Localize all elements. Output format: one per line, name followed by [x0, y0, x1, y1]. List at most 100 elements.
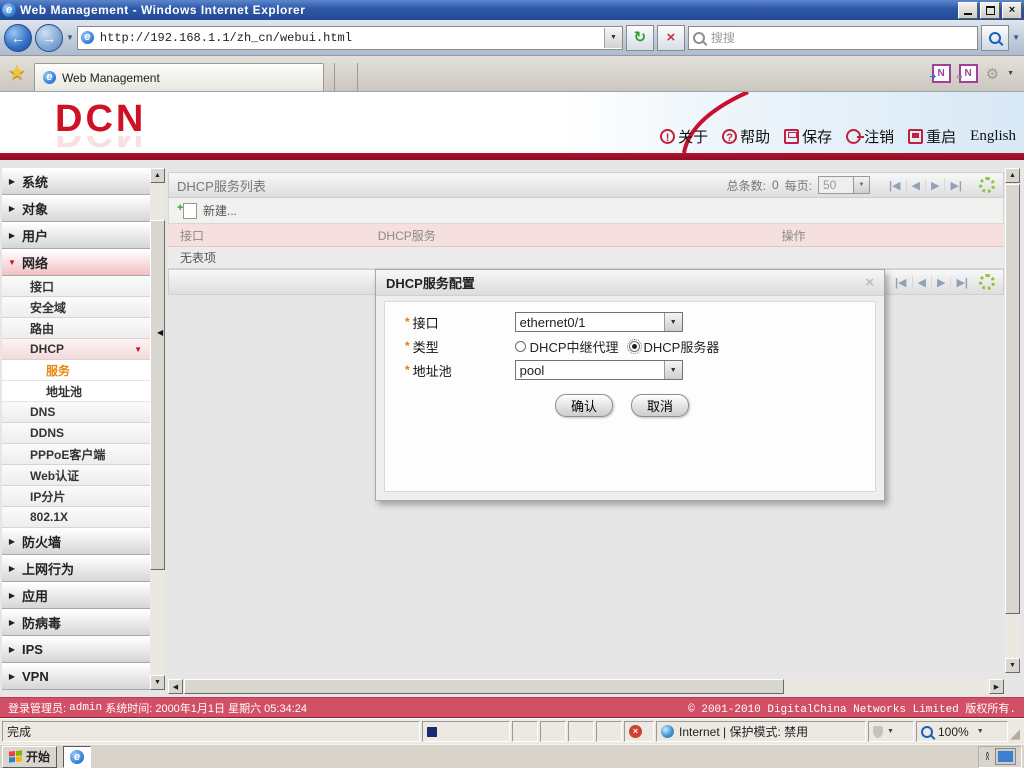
sidebar-item-label: 系统: [22, 175, 49, 190]
prev-page-button[interactable]: ◀: [911, 275, 931, 289]
sidebar-item-8021x[interactable]: 802.1X: [2, 507, 150, 528]
chevron-right-icon: ▶: [8, 591, 16, 600]
new-entry-button[interactable]: 新建...: [168, 198, 1004, 224]
list-header: DHCP服务列表 总条数: 0 每页: 50 ▼ |◀ ◀ ▶ ▶|: [168, 172, 1004, 198]
tools-dropdown-icon[interactable]: ▼: [1007, 70, 1014, 77]
list-refresh-icon[interactable]: [979, 274, 995, 290]
address-input[interactable]: [97, 29, 600, 46]
sidebar-item-web-behavior[interactable]: ▶ 上网行为: [2, 555, 150, 582]
sidebar-item-dns[interactable]: DNS: [2, 402, 150, 423]
back-button[interactable]: ←: [4, 23, 32, 52]
logout-link[interactable]: 注销: [846, 126, 894, 147]
next-page-button[interactable]: ▶: [930, 275, 950, 289]
sidebar-item-objects[interactable]: ▶ 对象: [2, 195, 150, 222]
scroll-thumb[interactable]: [184, 679, 784, 694]
next-page-button[interactable]: ▶: [924, 178, 944, 192]
tools-gear-icon[interactable]: ⚙: [986, 65, 999, 83]
start-button[interactable]: 开始: [2, 745, 58, 768]
list-refresh-icon[interactable]: [979, 177, 995, 193]
sidebar-item-firewall[interactable]: ▶ 防火墙: [2, 528, 150, 555]
history-dropdown[interactable]: ▼: [66, 33, 74, 42]
onenote-send-icon[interactable]: N ➜: [930, 64, 951, 83]
close-button[interactable]: ×: [1002, 1, 1022, 19]
sidebar-item-ddns[interactable]: DDNS: [2, 423, 150, 444]
language-link[interactable]: English: [970, 128, 1016, 145]
last-page-button[interactable]: ▶|: [950, 275, 973, 289]
search-input[interactable]: [708, 29, 978, 46]
scroll-up-button[interactable]: ▲: [150, 168, 165, 183]
content-vertical-scrollbar[interactable]: ▲ ▼: [1005, 168, 1020, 673]
sidebar-item-dhcp-pool[interactable]: 地址池: [2, 381, 150, 402]
sidebar-item-ips[interactable]: ▶ IPS: [2, 636, 150, 663]
protected-mode-pane[interactable]: ▼: [868, 721, 914, 742]
network-monitor-icon[interactable]: [996, 749, 1015, 764]
zoom-pane[interactable]: 100% ▼: [916, 721, 1008, 742]
per-page-select[interactable]: 50 ▼: [817, 176, 870, 194]
chevron-down-icon: ▼: [852, 177, 869, 193]
search-go-button[interactable]: [981, 24, 1010, 51]
minimize-button[interactable]: [958, 1, 978, 19]
sidebar-item-web-auth[interactable]: Web认证: [2, 465, 150, 486]
scroll-thumb[interactable]: [150, 220, 165, 570]
reboot-link[interactable]: 重启: [908, 126, 956, 147]
privacy-pane[interactable]: ×: [624, 721, 654, 742]
sidebar-item-application[interactable]: ▶ 应用: [2, 582, 150, 609]
cancel-button[interactable]: 取消: [631, 394, 689, 417]
first-page-button[interactable]: |◀: [890, 276, 912, 289]
save-link[interactable]: 保存: [784, 126, 832, 147]
chevron-right-icon: ▶: [8, 645, 16, 654]
empty-pane: [540, 721, 566, 742]
scroll-down-button[interactable]: ▼: [1005, 658, 1020, 673]
column-header-dhcp-service: DHCP服务: [377, 228, 436, 243]
pool-select[interactable]: pool ▼: [514, 360, 683, 380]
restore-button[interactable]: [980, 1, 1000, 19]
scroll-down-button[interactable]: ▼: [150, 675, 165, 690]
refresh-button[interactable]: ↻: [625, 24, 654, 51]
last-page-button[interactable]: ▶|: [944, 178, 967, 192]
search-box[interactable]: [687, 25, 979, 50]
help-link[interactable]: ? 帮助: [722, 126, 770, 147]
stop-button[interactable]: ×: [656, 24, 685, 51]
scroll-thumb[interactable]: [1005, 184, 1020, 614]
tab-web-management[interactable]: e Web Management: [33, 63, 324, 91]
search-options-dropdown[interactable]: ▼: [1012, 33, 1020, 42]
address-bar[interactable]: e ▼: [76, 25, 623, 50]
content-horizontal-scrollbar[interactable]: ◀ ▶: [168, 679, 1004, 694]
sidebar-item-dhcp-service[interactable]: 服务: [2, 360, 150, 381]
scroll-left-button[interactable]: ◀: [168, 679, 183, 694]
taskbar-ie-button[interactable]: e: [63, 745, 92, 768]
interface-select[interactable]: ethernet0/1 ▼: [514, 312, 683, 332]
about-link[interactable]: ! 关于: [660, 126, 708, 147]
radio-dhcp-server[interactable]: [626, 338, 642, 354]
confirm-button[interactable]: 确认: [555, 394, 613, 417]
scroll-up-button[interactable]: ▲: [1005, 168, 1020, 183]
sidebar-item-ip-fragment[interactable]: IP分片: [2, 486, 150, 507]
sidebar-collapse-handle[interactable]: ◀: [157, 328, 163, 337]
first-page-button[interactable]: |◀: [884, 179, 906, 192]
sidebar-item-system[interactable]: ▶ 系统: [2, 168, 150, 195]
search-icon: [692, 31, 705, 44]
sidebar-item-vpn[interactable]: ▶ VPN: [2, 663, 150, 690]
resize-grip[interactable]: ◢: [1010, 721, 1022, 742]
dialog-close-icon[interactable]: ×: [865, 274, 874, 291]
address-dropdown[interactable]: ▼: [603, 27, 622, 48]
help-label: 帮助: [740, 129, 771, 146]
sidebar-item-users[interactable]: ▶ 用户: [2, 222, 150, 249]
sidebar-item-route[interactable]: 路由: [2, 318, 150, 339]
sidebar-item-antivirus[interactable]: ▶ 防病毒: [2, 609, 150, 636]
forward-button[interactable]: →: [35, 23, 63, 52]
new-tab-stub[interactable]: [333, 63, 358, 91]
scroll-right-button[interactable]: ▶: [989, 679, 1004, 694]
sidebar-item-dhcp[interactable]: DHCP ▼: [2, 339, 150, 360]
sidebar-scrollbar[interactable]: ▲ ▼: [150, 168, 165, 690]
prev-page-button[interactable]: ◀: [905, 178, 925, 192]
favorites-star-icon[interactable]: ★: [8, 60, 26, 85]
onenote-link-icon[interactable]: N ∞: [957, 64, 978, 83]
sidebar-item-network[interactable]: ▼ 网络: [2, 249, 150, 276]
sidebar-item-pppoe[interactable]: PPPoE客户端: [2, 444, 150, 465]
sidebar-item-security-zone[interactable]: 安全域: [2, 297, 150, 318]
chevron-down-icon: ▼: [976, 728, 984, 735]
sidebar-item-interface[interactable]: 接口: [2, 276, 150, 297]
tray-chevron-icon[interactable]: ∧ ∧: [985, 751, 990, 762]
radio-dhcp-relay[interactable]: [514, 340, 526, 352]
